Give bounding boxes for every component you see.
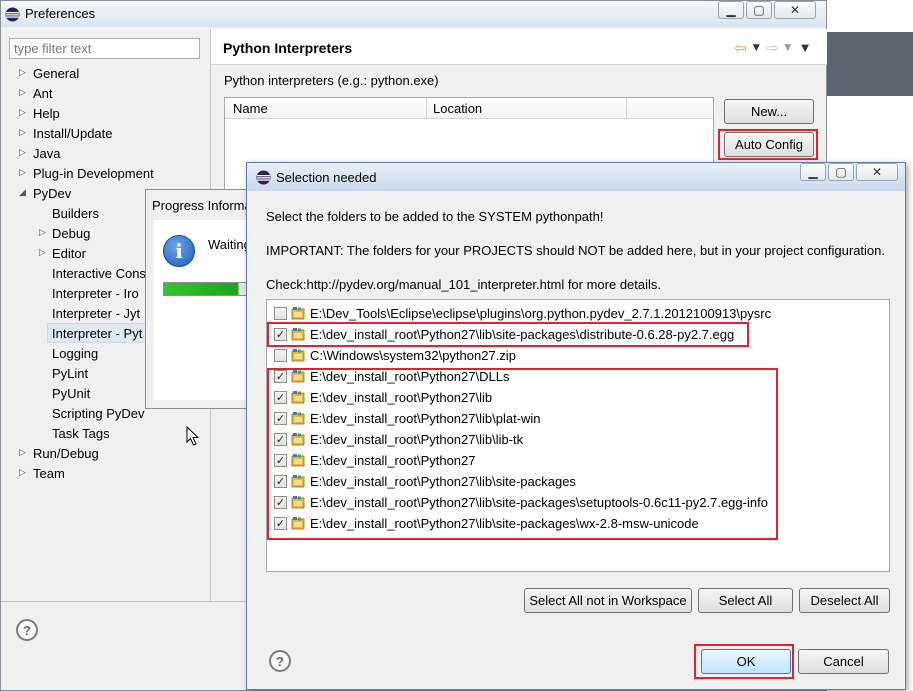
eclipse-icon [5,7,20,22]
highlight-box [694,644,794,679]
close-icon: ✕ [871,165,883,179]
tree-item-label: Interactive Cons [52,266,146,281]
tree-item-label: Team [33,466,65,481]
eclipse-icon [256,170,271,185]
tree-item-label: Ant [33,86,53,101]
tree-item-label: Help [33,106,60,121]
library-folder-icon [291,349,305,362]
collapsed-arrow-icon[interactable]: ▷ [19,448,26,458]
instruction-text: Select the folders to be added to the SY… [266,209,604,224]
tree-item-label: Editor [52,246,86,261]
selection-window-controls: ▁ ▢ ✕ [800,163,898,181]
progress-dialog: Progress Information i Waiting [145,189,273,409]
collapsed-arrow-icon[interactable]: ▷ [19,148,26,158]
column-header-location[interactable]: Location [433,101,482,116]
unchecked-checkbox[interactable] [274,349,287,362]
tree-item-label: Install/Update [33,126,113,141]
page-header: Python Interpreters ⇦ ▼ ⇨ ▼ ▼ [211,29,827,65]
window-title: Preferences [25,6,96,21]
filter-input[interactable] [9,38,200,59]
select-all-button[interactable]: Select All [698,588,793,613]
cancel-button[interactable]: Cancel [798,649,889,674]
tree-item-label: PyUnit [52,386,91,401]
folder-path: E:\Dev_Tools\Eclipse\eclipse\plugins\org… [310,306,772,321]
maximize-button[interactable]: ▢ [828,163,854,181]
library-folder-icon [291,307,305,320]
highlight-box [267,368,778,540]
tree-item-label: Builders [52,206,99,221]
view-menu-icon[interactable]: ▼ [801,43,809,54]
check-link-text: Check:http://pydev.org/manual_101_interp… [266,277,662,292]
tree-item-label: Java [33,146,61,161]
tree-item-label: PyDev [33,186,72,201]
collapsed-arrow-icon[interactable]: ▷ [19,128,26,138]
tree-item-label: General [33,66,80,81]
collapsed-arrow-icon[interactable]: ▷ [19,68,26,78]
preferences-titlebar: Preferences ▁ ▢ ✕ [1,1,826,27]
tree-item-label: PyLint [52,366,89,381]
info-icon: i [163,235,195,267]
minimize-button[interactable]: ▁ [800,163,826,181]
tree-item-label: Task Tags [52,426,110,441]
important-text: IMPORTANT: The folders for your PROJECTS… [266,243,885,258]
background-window [826,32,913,96]
collapsed-arrow-icon[interactable]: ▷ [19,108,26,118]
page-title: Python Interpreters [223,40,353,56]
tree-item-label: Interpreter - Iro [52,286,139,301]
folder-path: C:\Windows\system32\python27.zip [310,348,516,363]
help-icon[interactable]: ? [269,650,291,672]
selection-dialog: Selection needed ▁ ▢ ✕ Select the folder… [246,162,906,690]
maximize-icon: ▢ [835,165,847,179]
help-icon[interactable]: ? [16,619,38,641]
preferences-window-controls: ▁ ▢ ✕ [718,1,816,19]
collapsed-arrow-icon[interactable]: ▷ [19,88,26,98]
collapsed-arrow-icon[interactable]: ▷ [39,228,46,238]
interpreters-label: Python interpreters (e.g.: python.exe) [224,73,439,88]
expanded-arrow-icon[interactable]: ◢ [19,188,26,198]
minimize-icon: ▁ [808,165,818,179]
column-separator [626,98,627,119]
close-icon: ✕ [789,3,801,17]
tree-item-label: Debug [52,226,91,241]
tree-item-label: Logging [52,346,99,361]
collapsed-arrow-icon[interactable]: ▷ [19,168,26,178]
selection-titlebar: Selection needed ▁ ▢ ✕ [247,163,905,191]
tree-item-label: Run/Debug [33,446,99,461]
tree-item-label: Scripting PyDev [52,406,145,421]
progress-message: Waiting [208,237,251,252]
close-button[interactable]: ✕ [856,163,898,181]
collapsed-arrow-icon[interactable]: ▷ [39,248,46,258]
tree-item-label: Interpreter - Jyt [52,306,141,321]
new-button[interactable]: New... [724,99,814,124]
list-item[interactable]: C:\Windows\system32\python27.zip [267,345,889,366]
dialog-title: Selection needed [276,170,377,185]
collapsed-arrow-icon[interactable]: ▷ [19,468,26,478]
page-navigation: ⇦ ▼ ⇨ ▼ ▼ [734,39,809,57]
column-header-name[interactable]: Name [233,101,268,116]
minimize-button[interactable]: ▁ [718,1,744,19]
tree-item-label: Interpreter - Pyt [52,326,143,341]
highlight-box [718,129,818,160]
back-arrow-icon[interactable]: ⇦ [734,39,747,57]
progress-bar [163,282,248,296]
mouse-cursor-icon [186,426,200,446]
back-dropdown-icon[interactable]: ▼ [753,43,760,53]
tree-item-label: Plug-in Development [33,166,154,181]
deselect-all-button[interactable]: Deselect All [799,588,890,613]
maximize-button[interactable]: ▢ [746,1,772,19]
close-button[interactable]: ✕ [774,1,816,19]
highlight-box [267,322,749,347]
unchecked-checkbox[interactable] [274,307,287,320]
forward-dropdown-icon[interactable]: ▼ [784,43,791,53]
maximize-icon: ▢ [753,3,765,17]
table-header: Name Location [225,98,713,119]
forward-arrow-icon[interactable]: ⇨ [766,39,779,57]
select-all-not-in-workspace-button[interactable]: Select All not in Workspace [524,588,692,613]
minimize-icon: ▁ [726,3,736,17]
list-item[interactable]: E:\Dev_Tools\Eclipse\eclipse\plugins\org… [267,303,889,324]
column-separator [426,98,427,119]
